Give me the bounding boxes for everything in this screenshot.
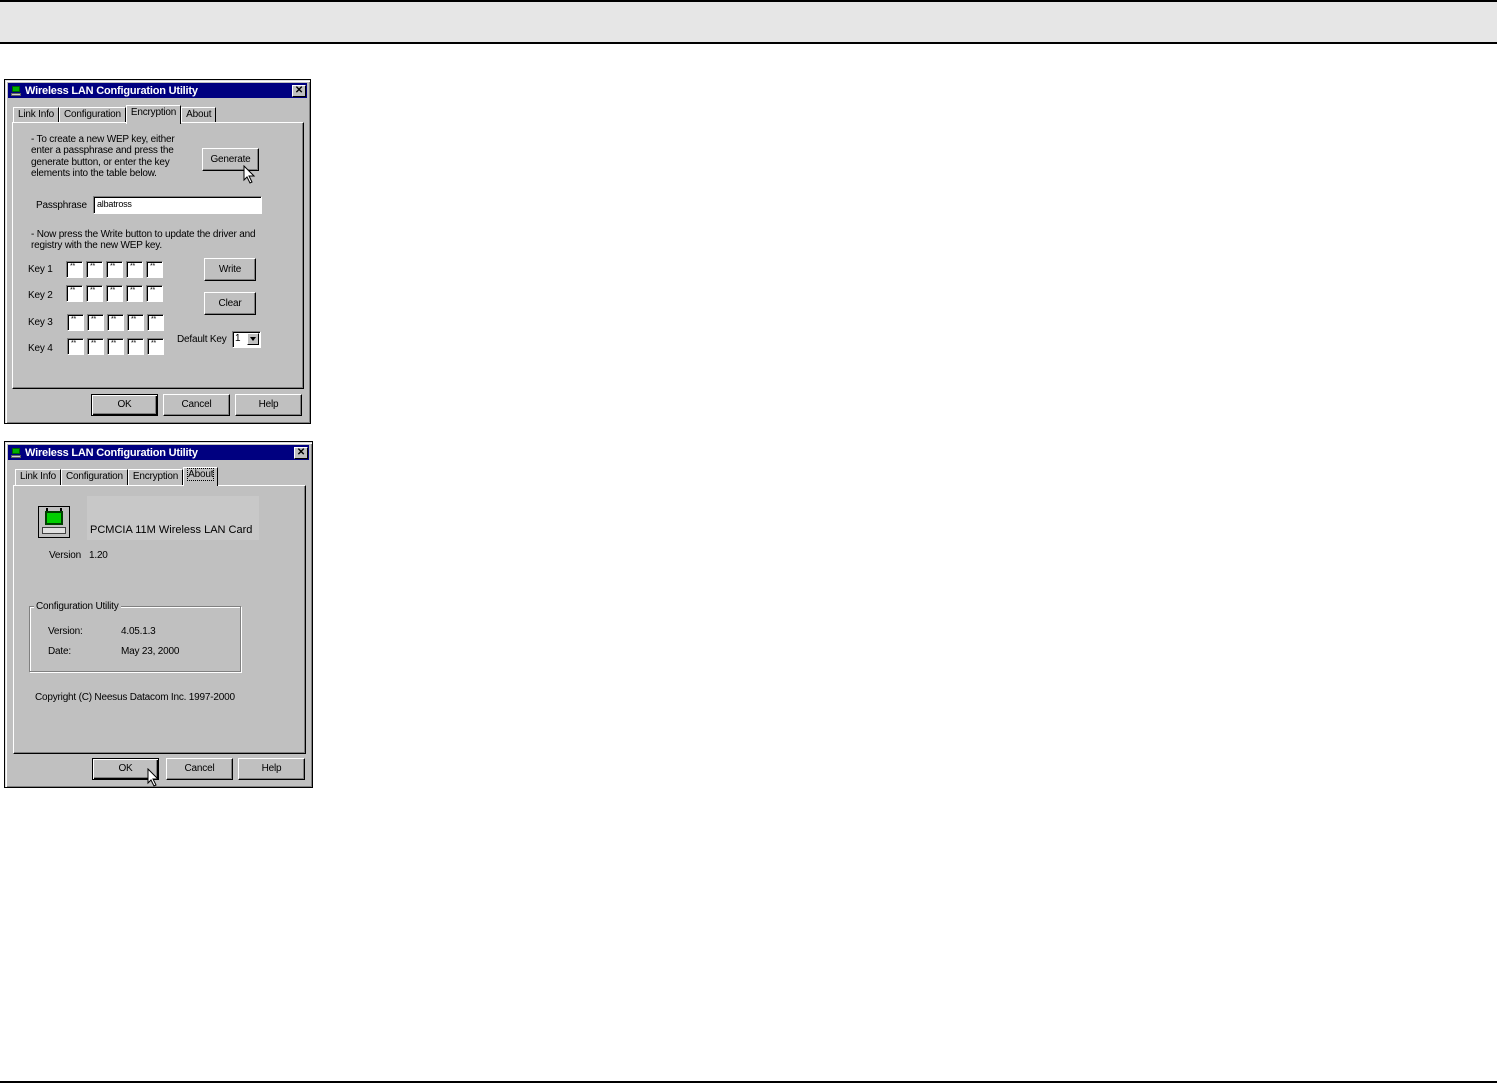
- chevron-down-icon[interactable]: [247, 333, 259, 345]
- version-value: 1.20: [89, 550, 108, 561]
- key2-byte3[interactable]: **: [106, 285, 123, 302]
- page-footer-rule: [0, 1081, 1497, 1083]
- about-dialog: Wireless LAN Configuration Utility ✕ Lin…: [4, 441, 313, 788]
- tab-configuration[interactable]: Configuration: [61, 469, 128, 485]
- version-label: Version: [49, 550, 81, 561]
- key1-byte3[interactable]: **: [106, 261, 123, 278]
- tab-about[interactable]: About: [183, 467, 219, 486]
- tab-about[interactable]: About: [181, 107, 217, 123]
- tab-strip: Link Info Configuration Encryption About: [13, 105, 217, 124]
- key3-byte3[interactable]: **: [107, 314, 124, 331]
- close-icon[interactable]: ✕: [292, 84, 306, 97]
- product-name: PCMCIA 11M Wireless LAN Card: [90, 524, 253, 536]
- help-button[interactable]: Help: [235, 394, 302, 416]
- key2-byte1[interactable]: **: [66, 285, 83, 302]
- tab-link-info[interactable]: Link Info: [15, 469, 62, 485]
- key4-byte4[interactable]: **: [127, 338, 144, 355]
- configuration-utility-group: [29, 606, 241, 672]
- help-button[interactable]: Help: [238, 758, 305, 780]
- wireless-card-icon: [38, 506, 70, 538]
- window-title: Wireless LAN Configuration Utility: [25, 84, 198, 97]
- page-header-band: [0, 0, 1497, 44]
- cancel-button[interactable]: Cancel: [163, 394, 230, 416]
- clear-button[interactable]: Clear: [204, 292, 256, 315]
- group-title: Configuration Utility: [34, 601, 121, 612]
- tab-encryption[interactable]: Encryption: [125, 105, 182, 124]
- window-title: Wireless LAN Configuration Utility: [25, 446, 198, 459]
- mouse-pointer-icon: [147, 768, 160, 787]
- key1-byte5[interactable]: **: [146, 261, 163, 278]
- key3-byte1[interactable]: **: [67, 314, 84, 331]
- tab-strip: Link Info Configuration Encryption About: [15, 467, 219, 486]
- key4-byte2[interactable]: **: [87, 338, 104, 355]
- passphrase-label: Passphrase: [36, 200, 87, 211]
- close-icon[interactable]: ✕: [294, 446, 308, 459]
- app-icon: [11, 447, 21, 458]
- ok-button[interactable]: OK: [91, 394, 158, 416]
- instruction-line: elements into the table below.: [31, 168, 157, 179]
- key4-byte3[interactable]: **: [107, 338, 124, 355]
- util-version-value: 4.05.1.3: [121, 626, 156, 637]
- cancel-button[interactable]: Cancel: [166, 758, 233, 780]
- write-button[interactable]: Write: [204, 258, 256, 281]
- default-key-value: 1: [235, 333, 241, 344]
- app-icon: [11, 85, 21, 96]
- key1-byte1[interactable]: **: [66, 261, 83, 278]
- title-bar[interactable]: Wireless LAN Configuration Utility ✕: [8, 83, 307, 98]
- encryption-dialog: Wireless LAN Configuration Utility ✕ Lin…: [4, 79, 311, 424]
- key-label: Key 1: [28, 264, 53, 275]
- key2-byte2[interactable]: **: [86, 285, 103, 302]
- title-bar[interactable]: Wireless LAN Configuration Utility ✕: [8, 445, 309, 460]
- key-label: Key 4: [28, 343, 53, 354]
- tab-link-info[interactable]: Link Info: [13, 107, 60, 123]
- key1-byte2[interactable]: **: [86, 261, 103, 278]
- key4-byte5[interactable]: **: [147, 338, 164, 355]
- util-version-label: Version:: [48, 626, 83, 637]
- key2-byte4[interactable]: **: [126, 285, 143, 302]
- instruction-line: - To create a new WEP key, either: [31, 134, 175, 145]
- instruction-line: - Now press the Write button to update t…: [31, 229, 256, 240]
- instruction-line: registry with the new WEP key.: [31, 240, 162, 251]
- instruction-line: enter a passphrase and press the: [31, 145, 174, 156]
- key3-byte4[interactable]: **: [127, 314, 144, 331]
- instruction-line: generate button, or enter the key: [31, 157, 170, 168]
- key-label: Key 3: [28, 317, 53, 328]
- passphrase-input[interactable]: albatross: [93, 196, 262, 214]
- tab-about-label: About: [187, 468, 215, 481]
- default-key-select[interactable]: 1: [232, 331, 261, 348]
- util-date-label: Date:: [48, 646, 71, 657]
- key2-byte5[interactable]: **: [146, 285, 163, 302]
- key3-byte2[interactable]: **: [87, 314, 104, 331]
- tab-encryption[interactable]: Encryption: [127, 469, 184, 485]
- mouse-pointer-icon: [243, 165, 256, 184]
- tab-configuration[interactable]: Configuration: [59, 107, 126, 123]
- key-label: Key 2: [28, 290, 53, 301]
- key3-byte5[interactable]: **: [147, 314, 164, 331]
- copyright-text: Copyright (C) Neesus Datacom Inc. 1997-2…: [35, 692, 235, 703]
- key4-byte1[interactable]: **: [67, 338, 84, 355]
- util-date-value: May 23, 2000: [121, 646, 180, 657]
- default-key-label: Default Key: [177, 334, 227, 345]
- key1-byte4[interactable]: **: [126, 261, 143, 278]
